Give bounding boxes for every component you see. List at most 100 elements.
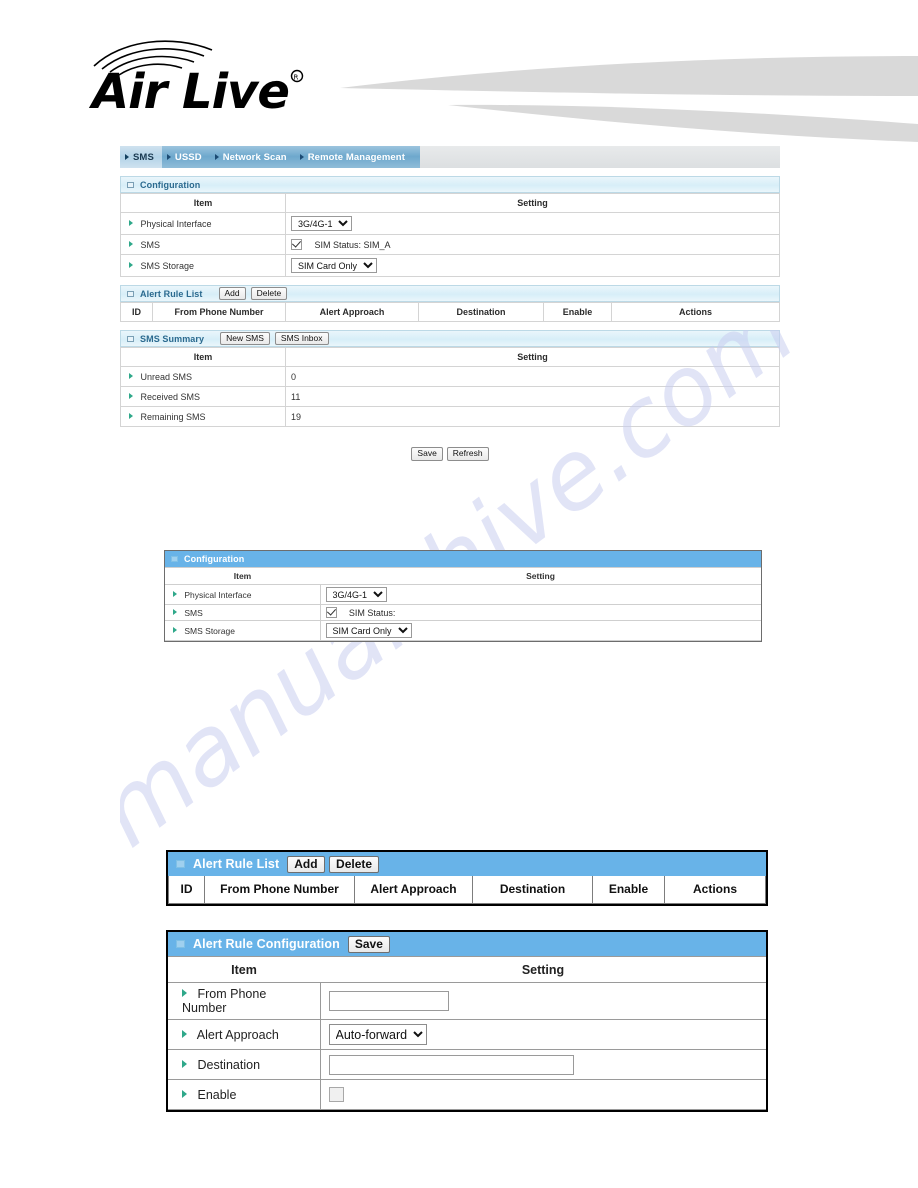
alert-rule-list-panel: Alert Rule List Add Delete ID From Phone… — [120, 285, 780, 322]
bullet-arrow-icon — [173, 626, 177, 633]
bullet-arrow-icon — [129, 372, 133, 379]
row-label-remaining-sms: Remaining SMS — [120, 406, 286, 427]
table-row: SMS Storage SIM Card Only — [165, 620, 761, 641]
col-destination: Destination — [418, 302, 544, 322]
alert-rule-list-table: ID From Phone Number Alert Approach Dest… — [120, 302, 780, 322]
alert-rule-list-header: Alert Rule List Add Delete — [120, 285, 780, 302]
airlive-logo: Air Live R — [88, 32, 318, 120]
collapse-icon[interactable] — [171, 556, 178, 562]
alert-approach-select[interactable]: Auto-forward — [328, 1024, 427, 1045]
delete-button[interactable]: Delete — [329, 855, 380, 874]
page-action-bar: Save Refresh — [120, 447, 780, 461]
row-label-destination: Destination — [168, 1049, 321, 1080]
alert-rule-list-detail-header: Alert Rule List Add Delete — [168, 852, 766, 876]
alert-rule-configuration-table: Item Setting From Phone Number Alert App… — [168, 956, 766, 1110]
physical-interface-select[interactable]: 3G/4G-1 — [291, 216, 352, 231]
physical-interface-select[interactable]: 3G/4G-1 — [325, 587, 387, 602]
sim-status-label: SIM Status: SIM_A — [314, 240, 391, 250]
row-value-unread-sms: 0 — [285, 366, 780, 387]
table-row: SMS Storage SIM Card Only — [120, 254, 780, 277]
row-label-text: Alert Approach — [196, 1027, 279, 1042]
table-row: Received SMS 11 — [120, 386, 780, 407]
tab-ussd-label: USSD — [174, 151, 202, 163]
arrow-right-icon — [166, 154, 171, 160]
bullet-arrow-icon — [182, 1059, 187, 1068]
table-header-row: Item Setting — [165, 567, 761, 585]
destination-input[interactable] — [328, 1054, 574, 1075]
col-from-phone-number: From Phone Number — [204, 876, 355, 904]
sms-storage-select[interactable]: SIM Card Only — [325, 623, 412, 638]
configuration-panel: Configuration Item Setting Physical Inte… — [120, 176, 780, 277]
collapse-icon[interactable] — [176, 860, 185, 868]
col-enable: Enable — [592, 876, 665, 904]
tab-sms[interactable]: SMS — [120, 146, 162, 168]
tab-sms-label: SMS — [133, 151, 154, 163]
delete-button[interactable]: Delete — [250, 286, 288, 301]
arrow-right-icon — [299, 154, 304, 160]
new-sms-button[interactable]: New SMS — [220, 331, 270, 346]
sim-status-label: SIM Status: — [348, 608, 396, 618]
arrow-right-icon — [214, 154, 219, 160]
configuration-panel-header: Configuration — [120, 176, 780, 193]
row-label-text: Destination — [197, 1057, 261, 1072]
alert-rule-list-detail-screenshot: Alert Rule List Add Delete ID From Phone… — [166, 850, 768, 906]
row-label-received-sms: Received SMS — [120, 386, 286, 407]
row-label-alert-approach: Alert Approach — [168, 1019, 321, 1050]
col-setting: Setting — [285, 193, 780, 213]
row-value-enable — [320, 1079, 766, 1110]
alert-rule-configuration-header: Alert Rule Configuration Save — [168, 932, 766, 956]
refresh-button[interactable]: Refresh — [446, 447, 489, 461]
row-label-text: SMS Storage — [140, 260, 195, 271]
row-label-sms: SMS — [165, 604, 321, 621]
table-row: SMS SIM Status: SIM_A — [120, 234, 780, 255]
sms-inbox-button[interactable]: SMS Inbox — [274, 331, 329, 346]
configuration-detail-header: Configuration — [165, 551, 761, 567]
collapse-icon[interactable] — [127, 335, 134, 342]
airlive-logo-svg: Air Live R — [88, 40, 304, 120]
sms-summary-panel: SMS Summary New SMS SMS Inbox Item Setti… — [120, 330, 780, 427]
add-button[interactable]: Add — [287, 855, 325, 874]
row-label-text: Remaining SMS — [140, 411, 206, 422]
col-setting: Setting — [320, 956, 766, 983]
row-value-physical-interface: 3G/4G-1 — [285, 212, 780, 235]
row-label-text: SMS — [140, 239, 161, 250]
row-label-text: SMS Storage — [184, 625, 235, 636]
tab-remote-management[interactable]: Remote Management — [295, 146, 413, 168]
col-setting: Setting — [285, 347, 780, 367]
row-label-physical-interface: Physical Interface — [120, 212, 286, 235]
bullet-arrow-icon — [129, 240, 133, 247]
from-phone-number-input[interactable] — [328, 991, 449, 1011]
sms-enable-checkbox[interactable] — [291, 239, 302, 250]
save-button[interactable]: Save — [411, 447, 443, 461]
table-row: SMS SIM Status: — [165, 604, 761, 621]
row-value-alert-approach: Auto-forward — [320, 1019, 766, 1050]
bullet-arrow-icon — [129, 219, 133, 226]
row-value-from-phone-number — [320, 982, 766, 1020]
col-item: Item — [120, 347, 286, 367]
bullet-arrow-icon — [129, 261, 133, 268]
configuration-table: Item Setting Physical Interface 3G/4G-1 … — [120, 193, 780, 277]
collapse-icon[interactable] — [127, 290, 134, 297]
sms-storage-select[interactable]: SIM Card Only — [291, 258, 377, 273]
tab-network-scan[interactable]: Network Scan — [210, 146, 295, 168]
add-button[interactable]: Add — [218, 286, 246, 301]
sms-enable-checkbox[interactable] — [325, 607, 337, 618]
table-header-row: Item Setting — [120, 193, 780, 213]
row-value-remaining-sms: 19 — [285, 406, 780, 427]
row-label-sms-storage: SMS Storage — [165, 620, 321, 641]
save-button[interactable]: Save — [347, 935, 390, 954]
tab-ussd[interactable]: USSD — [162, 146, 210, 168]
tab-remote-management-label: Remote Management — [307, 151, 405, 163]
collapse-icon[interactable] — [127, 181, 134, 188]
col-item: Item — [120, 193, 286, 213]
table-row: Destination — [168, 1049, 766, 1080]
row-value-sms: SIM Status: — [320, 604, 761, 621]
configuration-detail-table: Item Setting Physical Interface 3G/4G-1 … — [165, 567, 761, 641]
collapse-icon[interactable] — [176, 940, 185, 948]
col-enable: Enable — [543, 302, 612, 322]
row-label-text: SMS — [184, 607, 203, 618]
col-item: Item — [165, 567, 320, 585]
col-actions: Actions — [611, 302, 780, 322]
enable-checkbox[interactable] — [328, 1086, 344, 1102]
row-label-physical-interface: Physical Interface — [165, 584, 321, 605]
